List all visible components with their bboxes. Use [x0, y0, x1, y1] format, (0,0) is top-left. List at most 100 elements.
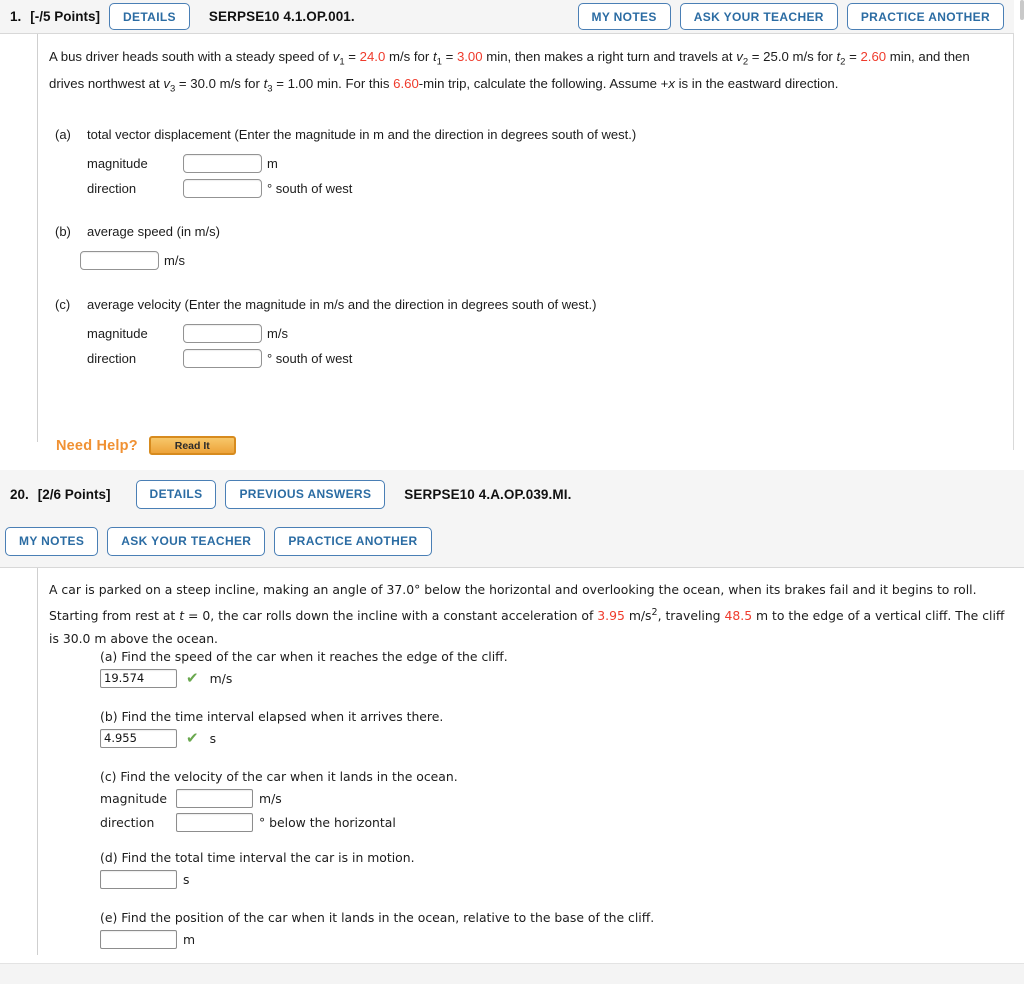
- problem-20-statement: A car is parked on a steep incline, maki…: [49, 578, 1011, 650]
- problem-20-number: 20.: [10, 486, 29, 502]
- problem-20-part-e-unit: m: [183, 931, 196, 947]
- correct-check-icon: ✔: [186, 668, 199, 687]
- problem-1-part-a-magnitude-unit: m: [267, 155, 278, 171]
- problem-20-part-e-answer-row: m: [100, 927, 654, 951]
- stmt1-v3: v: [163, 76, 170, 92]
- problem-20-part-a-input[interactable]: [100, 668, 177, 688]
- correct-check-icon: ✔: [186, 728, 199, 747]
- problem-1-code: SERPSE10 4.1.OP.001.: [208, 9, 355, 24]
- problem-1-part-c-direction-unit: ° south of west: [267, 350, 353, 366]
- stmt20-seg4: , traveling: [657, 608, 725, 624]
- problem-1-part-a-direction-row: direction ° south of west: [87, 176, 636, 201]
- problem-20-header: 20. [2/6 Points] DETAILS PREVIOUS ANSWER…: [0, 470, 1024, 568]
- problem-20-header-row-2: MY NOTES ASK YOUR TEACHER PRACTICE ANOTH…: [0, 518, 1024, 564]
- problem-1-part-a-magnitude-input[interactable]: [183, 154, 262, 173]
- problem-1-part-c: (c) average velocity (Enter the magnitud…: [55, 296, 596, 371]
- read-it-button[interactable]: Read It: [148, 436, 236, 455]
- stmt1-x: x: [668, 76, 675, 92]
- problem-20-my-notes-button[interactable]: MY NOTES: [5, 526, 99, 556]
- problem-20-header-row-1: 20. [2/6 Points] DETAILS PREVIOUS ANSWER…: [0, 470, 1024, 518]
- problem-1-part-c-direction-row: direction ° south of west: [87, 346, 596, 371]
- stmt1-val7: 6.60: [393, 76, 419, 92]
- problem-1-header-right: MY NOTES ASK YOUR TEACHER PRACTICE ANOTH…: [577, 3, 1015, 30]
- problem-20-points: [2/6 Points]: [37, 486, 111, 502]
- problem-1-practice-another-button[interactable]: PRACTICE ANOTHER: [846, 3, 1004, 30]
- problem-20-details-button[interactable]: DETAILS: [135, 479, 217, 509]
- stmt1-eq3: =: [748, 49, 764, 64]
- problem-20-part-c-magnitude-row: magnitude m/s: [100, 786, 458, 810]
- stmt1-val1: 24.0: [359, 49, 386, 64]
- problem-20-left-rule: [37, 568, 38, 955]
- problem-1-part-a-direction-unit: ° south of west: [267, 180, 353, 196]
- problem-20-part-d: (d) Find the total time interval the car…: [100, 849, 415, 891]
- stmt1-seg4: m/s for: [788, 49, 837, 64]
- stmt1-val3: 25.0: [763, 49, 789, 64]
- problem-1-part-a-text: total vector displacement (Enter the mag…: [87, 127, 637, 142]
- problem-1-part-c-direction-label: direction: [87, 350, 137, 366]
- problem-20-body: A car is parked on a steep incline, maki…: [0, 568, 1024, 963]
- problem-20-part-c-direction-unit: ° below the horizontal: [259, 814, 396, 830]
- stmt1-seg1: A bus driver heads south with a steady s…: [49, 49, 333, 64]
- problem-20-part-c-label: (c) Find the velocity of the car when it…: [100, 769, 458, 784]
- need-help-label: Need Help?: [56, 437, 138, 454]
- problem-1-part-b-text: average speed (in m/s): [87, 224, 220, 239]
- need-help-section: Need Help? Read It: [56, 436, 236, 455]
- problem-1-part-b-unit: m/s: [164, 252, 185, 268]
- stmt1-seg6: m/s for: [215, 76, 264, 92]
- stmt1-val6: 1.00: [287, 76, 314, 92]
- problem-20-part-c-magnitude-input[interactable]: [176, 788, 253, 808]
- scrollbar-thumb[interactable]: [1020, 0, 1024, 20]
- stmt1-seg3: min, then makes a right turn and travels…: [482, 49, 737, 64]
- problem-20-practice-another-button[interactable]: PRACTICE ANOTHER: [274, 526, 432, 556]
- footer-band: [0, 963, 1024, 984]
- problem-1-header: 1. [-/5 Points] DETAILS SERPSE10 4.1.OP.…: [0, 0, 1014, 34]
- problem-1-part-c-magnitude-input[interactable]: [183, 324, 262, 343]
- problem-20-previous-answers-button[interactable]: PREVIOUS ANSWERS: [225, 479, 386, 509]
- problem-1-points: [-/5 Points]: [30, 9, 101, 24]
- stmt1-val2: 3.00: [456, 49, 483, 64]
- problem-1-body: A bus driver heads south with a steady s…: [0, 34, 1014, 455]
- problem-1-part-b-label: (b): [55, 224, 71, 239]
- problem-1-header-left: 1. [-/5 Points] DETAILS SERPSE10 4.1.OP.…: [0, 3, 355, 30]
- stmt1-seg9: is in the eastward direction.: [674, 76, 839, 92]
- problem-1-part-b-answer-row: m/s: [80, 248, 220, 273]
- problem-1-part-a-direction-input[interactable]: [183, 179, 262, 198]
- problem-1-part-a: (a) total vector displacement (Enter the…: [55, 126, 636, 201]
- stmt20-seg3: m/s: [624, 608, 652, 624]
- problem-1-part-b-input[interactable]: [80, 251, 159, 270]
- stmt1-val5: 30.0: [190, 76, 216, 92]
- problem-1-left-rule: [37, 34, 38, 442]
- problem-20-part-b-label: (b) Find the time interval elapsed when …: [100, 709, 444, 724]
- stmt1-eq2: =: [441, 49, 457, 64]
- problem-20-part-e-input[interactable]: [100, 929, 177, 949]
- problem-20-part-b-input[interactable]: [100, 728, 177, 748]
- stmt20-seg2: = 0, the car rolls down the incline with…: [184, 608, 598, 624]
- problem-20-part-a-answer-row: ✔ m/s: [100, 666, 508, 690]
- stmt1-seg8: -min trip, calculate the following. Assu…: [418, 76, 669, 92]
- problem-1-ask-teacher-button[interactable]: ASK YOUR TEACHER: [679, 3, 838, 30]
- stmt1-eq1: =: [344, 49, 360, 64]
- stmt20-distance: 48.5: [724, 608, 753, 624]
- problem-20-part-b-answer-row: ✔ s: [100, 726, 443, 750]
- problem-20-part-a-label: (a) Find the speed of the car when it re…: [100, 649, 508, 664]
- problem-20-part-d-input[interactable]: [100, 869, 177, 889]
- problem-20-part-c-direction-input[interactable]: [176, 812, 253, 832]
- problem-20-part-d-answer-row: s: [100, 867, 415, 891]
- problem-20-part-c-direction-row: direction ° below the horizontal: [100, 810, 458, 834]
- problem-1-details-button[interactable]: DETAILS: [109, 3, 190, 30]
- stmt1-val4: 2.60: [860, 49, 887, 64]
- problem-1-part-c-direction-input[interactable]: [183, 349, 262, 368]
- problem-1-part-c-text: average velocity (Enter the magnitude in…: [87, 297, 597, 312]
- problem-20-part-e-label: (e) Find the position of the car when it…: [100, 910, 655, 925]
- stmt1-eq5: =: [175, 76, 191, 92]
- problem-20-part-c-direction-label: direction: [100, 814, 155, 830]
- problem-20-part-a: (a) Find the speed of the car when it re…: [100, 648, 508, 690]
- problem-20-ask-teacher-button[interactable]: ASK YOUR TEACHER: [107, 526, 266, 556]
- problem-20-part-d-label: (d) Find the total time interval the car…: [100, 850, 415, 865]
- problem-20-part-c-magnitude-unit: m/s: [259, 790, 282, 806]
- problem-20-code: SERPSE10 4.A.OP.039.MI.: [404, 486, 572, 502]
- problem-1-part-c-label: (c): [55, 297, 71, 312]
- problem-20-part-e: (e) Find the position of the car when it…: [100, 909, 654, 951]
- problem-1-my-notes-button[interactable]: MY NOTES: [577, 3, 671, 30]
- problem-1-part-a-label: (a): [55, 127, 71, 142]
